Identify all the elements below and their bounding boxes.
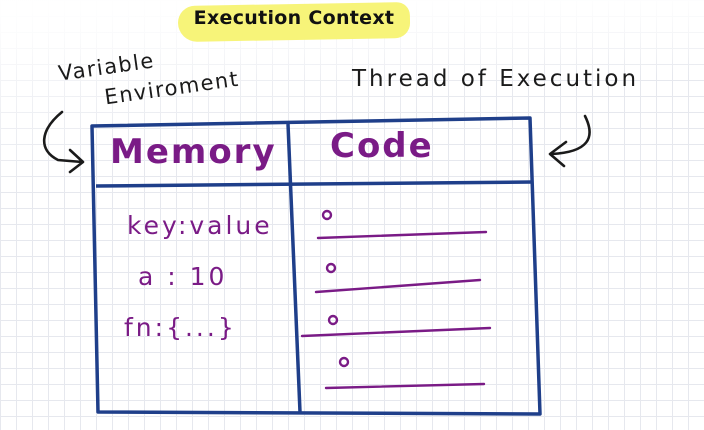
code-header: Code: [330, 126, 434, 166]
code-line: [316, 209, 488, 240]
code-line: [324, 356, 486, 390]
memory-row: a : 10: [138, 262, 228, 291]
code-line: [300, 314, 492, 338]
diagram-drawing: [42, 110, 591, 416]
memory-row: fn:{...}: [124, 313, 237, 342]
table-header-divider: [95, 180, 533, 188]
memory-header: Memory: [110, 132, 277, 172]
code-line: [314, 262, 482, 294]
table-column-divider: [286, 123, 302, 413]
memory-row: key:value: [127, 211, 273, 240]
